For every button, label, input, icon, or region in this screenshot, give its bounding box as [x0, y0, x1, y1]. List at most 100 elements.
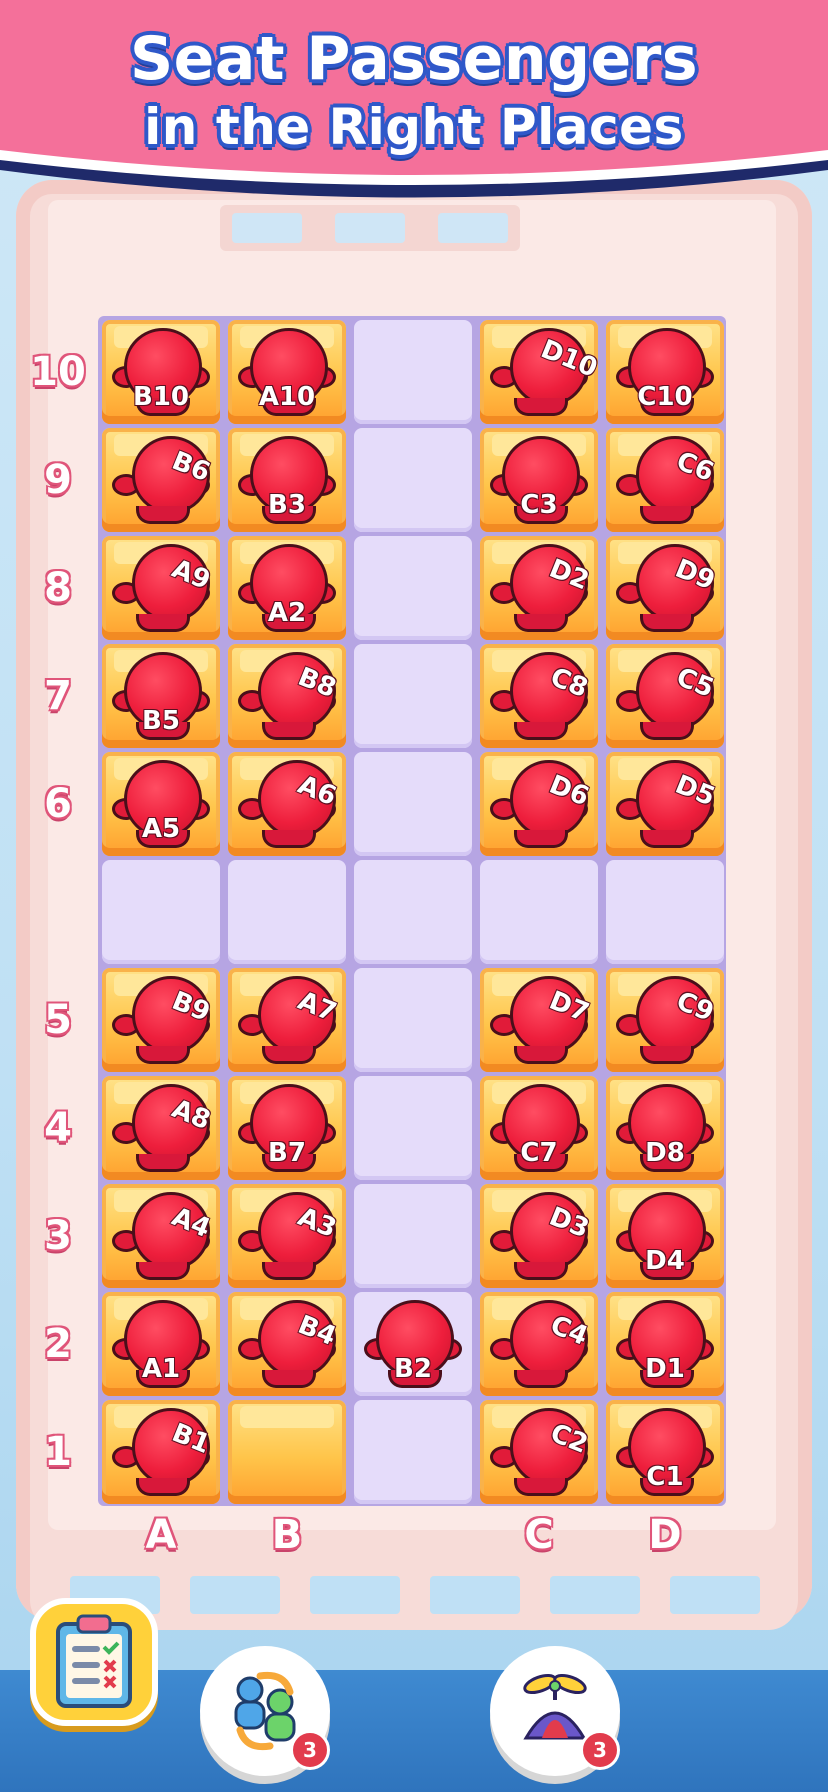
passenger[interactable]: C6	[614, 434, 718, 526]
passenger[interactable]: C3	[488, 434, 590, 526]
seat-tag: D8	[645, 1138, 685, 1168]
aisle-tile[interactable]	[354, 752, 472, 856]
passenger[interactable]: A8	[110, 1082, 214, 1174]
passenger[interactable]: A5	[110, 758, 212, 850]
aisle-tile[interactable]	[354, 1076, 472, 1180]
passenger[interactable]: B10	[110, 326, 212, 418]
passenger[interactable]: D9	[614, 542, 719, 634]
seat-b7[interactable]: B8	[228, 644, 346, 748]
passenger[interactable]: A7	[236, 974, 340, 1066]
seat-a6[interactable]: A5	[102, 752, 220, 856]
seat-a9[interactable]: B6	[102, 428, 220, 532]
seat-d2[interactable]: D1	[606, 1292, 724, 1396]
passenger[interactable]: B7	[236, 1082, 338, 1174]
seat-a1[interactable]: B1	[102, 1400, 220, 1504]
seat-a2[interactable]: A1	[102, 1292, 220, 1396]
passenger[interactable]: B3	[236, 434, 338, 526]
seat-c1[interactable]: C2	[480, 1400, 598, 1504]
passenger[interactable]: D7	[488, 974, 593, 1066]
seat-c9[interactable]: C3	[480, 428, 598, 532]
passenger[interactable]: D5	[614, 758, 719, 850]
seat-a10[interactable]: B10	[102, 320, 220, 424]
passenger[interactable]: A2	[236, 542, 338, 634]
seat-d5[interactable]: C9	[606, 968, 724, 1072]
swap-passengers-button[interactable]: 3	[200, 1646, 330, 1776]
passenger[interactable]: A10	[236, 326, 338, 418]
passenger[interactable]: B1	[110, 1406, 214, 1498]
seat-c3[interactable]: D3	[480, 1184, 598, 1288]
cross-aisle-tile[interactable]	[606, 860, 724, 964]
cross-aisle-tile[interactable]	[102, 860, 220, 964]
seat-b4[interactable]: B7	[228, 1076, 346, 1180]
seat-b6[interactable]: A6	[228, 752, 346, 856]
seat-b5[interactable]: A7	[228, 968, 346, 1072]
seat-a5[interactable]: B9	[102, 968, 220, 1072]
passenger[interactable]: D2	[488, 542, 593, 634]
passenger[interactable]: A9	[110, 542, 214, 634]
seat-a4[interactable]: A8	[102, 1076, 220, 1180]
seat-c4[interactable]: C7	[480, 1076, 598, 1180]
passenger[interactable]: D10	[488, 326, 601, 418]
passenger[interactable]: B2	[362, 1298, 464, 1390]
passenger[interactable]: C5	[614, 650, 718, 742]
seat-d9[interactable]: C6	[606, 428, 724, 532]
passenger[interactable]: C8	[488, 650, 592, 742]
seat-b9[interactable]: B3	[228, 428, 346, 532]
passenger[interactable]: D3	[488, 1190, 593, 1282]
passenger[interactable]: B8	[236, 650, 340, 742]
checklist-button[interactable]	[30, 1598, 158, 1726]
passenger[interactable]: C4	[488, 1298, 592, 1390]
passenger[interactable]: C1	[614, 1406, 716, 1498]
aisle-tile[interactable]	[354, 968, 472, 1072]
passenger[interactable]: C2	[488, 1406, 592, 1498]
aisle-tile[interactable]	[354, 320, 472, 424]
seat-d4[interactable]: D8	[606, 1076, 724, 1180]
passenger[interactable]: C10	[614, 326, 716, 418]
seat-b1[interactable]	[228, 1400, 346, 1504]
passenger[interactable]: D4	[614, 1190, 716, 1282]
cross-aisle-tile[interactable]	[480, 860, 598, 964]
cross-aisle-tile[interactable]	[228, 860, 346, 964]
seat-a7[interactable]: B5	[102, 644, 220, 748]
passenger[interactable]: B9	[110, 974, 214, 1066]
seat-a8[interactable]: A9	[102, 536, 220, 640]
seat-b10[interactable]: A10	[228, 320, 346, 424]
seat-c8[interactable]: D2	[480, 536, 598, 640]
passenger[interactable]: B5	[110, 650, 212, 742]
seat-b3[interactable]: A3	[228, 1184, 346, 1288]
propeller-hat-button[interactable]: 3	[490, 1646, 620, 1776]
passenger[interactable]: A3	[236, 1190, 340, 1282]
passenger[interactable]: C7	[488, 1082, 590, 1174]
passenger[interactable]: B6	[110, 434, 214, 526]
aisle-tile[interactable]	[354, 1400, 472, 1504]
seat-d3[interactable]: D4	[606, 1184, 724, 1288]
aisle-tile[interactable]	[354, 1184, 472, 1288]
passenger[interactable]: C9	[614, 974, 718, 1066]
seat-d8[interactable]: D9	[606, 536, 724, 640]
seat-d7[interactable]: C5	[606, 644, 724, 748]
seat-c5[interactable]: D7	[480, 968, 598, 1072]
passenger[interactable]: A4	[110, 1190, 214, 1282]
aisle-tile[interactable]	[354, 644, 472, 748]
seat-a3[interactable]: A4	[102, 1184, 220, 1288]
passenger[interactable]: D1	[614, 1298, 716, 1390]
seat-c2[interactable]: C4	[480, 1292, 598, 1396]
window	[190, 1576, 280, 1614]
seat-c10[interactable]: D10	[480, 320, 601, 424]
aisle-tile[interactable]: B2	[354, 1292, 472, 1396]
seat-c7[interactable]: C8	[480, 644, 598, 748]
aisle-tile[interactable]	[354, 536, 472, 640]
passenger[interactable]: D8	[614, 1082, 716, 1174]
aisle-tile[interactable]	[354, 428, 472, 532]
passenger[interactable]: A1	[110, 1298, 212, 1390]
passenger[interactable]: A6	[236, 758, 340, 850]
cross-aisle-tile[interactable]	[354, 860, 472, 964]
passenger[interactable]: D6	[488, 758, 593, 850]
seat-d10[interactable]: C10	[606, 320, 724, 424]
seat-b8[interactable]: A2	[228, 536, 346, 640]
seat-d6[interactable]: D5	[606, 752, 724, 856]
passenger[interactable]: B4	[236, 1298, 340, 1390]
seat-b2[interactable]: B4	[228, 1292, 346, 1396]
seat-c6[interactable]: D6	[480, 752, 598, 856]
seat-d1[interactable]: C1	[606, 1400, 724, 1504]
